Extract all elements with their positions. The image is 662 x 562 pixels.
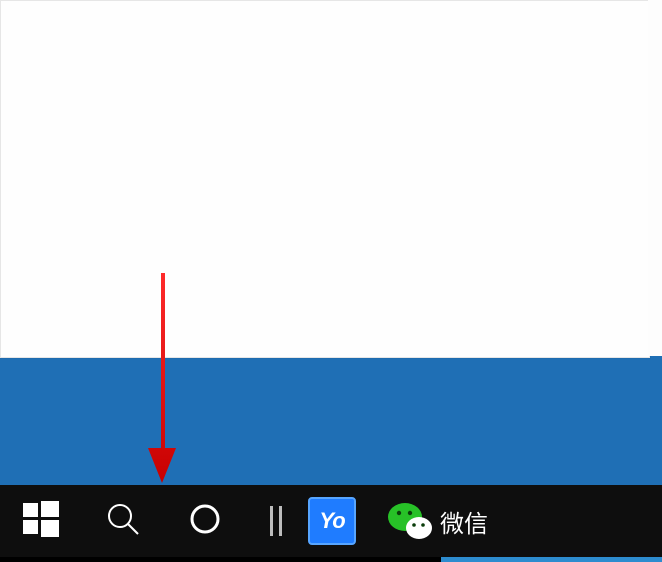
search-button[interactable] xyxy=(82,485,164,557)
taskbar-app-wechat[interactable]: 微信 xyxy=(378,485,498,557)
wechat-icon xyxy=(388,501,432,541)
window-edge xyxy=(648,0,662,356)
cortana-button[interactable] xyxy=(164,485,246,557)
blank-window xyxy=(0,0,650,358)
task-view-icon xyxy=(270,506,282,536)
start-button[interactable] xyxy=(0,485,82,557)
search-icon xyxy=(106,502,140,541)
windows-logo-icon xyxy=(23,501,59,542)
desktop xyxy=(0,0,662,485)
taskbar-app-yo[interactable]: Yo xyxy=(308,497,356,545)
cortana-circle-icon xyxy=(189,503,221,540)
task-view-button[interactable] xyxy=(246,485,306,557)
yo-app-label: Yo xyxy=(319,508,344,534)
bottom-accent-bar xyxy=(441,557,662,562)
taskbar: Yo 微信 xyxy=(0,485,662,557)
wechat-app-label: 微信 xyxy=(440,504,488,539)
